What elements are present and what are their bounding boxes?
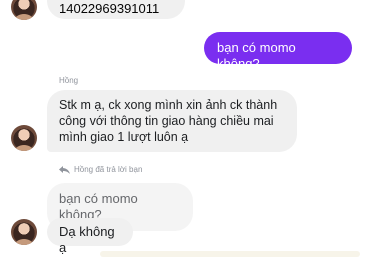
reply-note: Hồng đã trả lời bạn — [59, 165, 142, 174]
message-bubble-incoming[interactable]: Dạ không ạ — [47, 218, 133, 255]
message-text: bạn có momo không? — [217, 40, 296, 71]
contact-avatar[interactable] — [11, 125, 37, 151]
bottom-edge-strip — [100, 251, 360, 257]
message-text-line: Stk m ạ, ck xong mình xin ảnh ck thành — [59, 98, 278, 112]
message-text: 14022969391011 — [59, 1, 160, 16]
reply-icon — [59, 165, 70, 174]
message-bubble-incoming[interactable]: Stk m ạ, ck xong mình xin ảnh ck thành c… — [47, 90, 297, 152]
message-text-line: công với thông tin giao hàng chiều mai — [59, 114, 274, 128]
contact-avatar[interactable] — [11, 219, 37, 245]
message-text-line: mình giao 1 lượt luôn ạ — [59, 130, 189, 144]
message-bubble-incoming[interactable]: 14022969391011 — [47, 0, 185, 19]
contact-avatar[interactable] — [11, 0, 37, 20]
message-bubble-outgoing[interactable]: bạn có momo không? — [204, 32, 352, 71]
sender-name: Hồng — [59, 76, 79, 85]
reply-note-text: Hồng đã trả lời bạn — [74, 165, 143, 174]
